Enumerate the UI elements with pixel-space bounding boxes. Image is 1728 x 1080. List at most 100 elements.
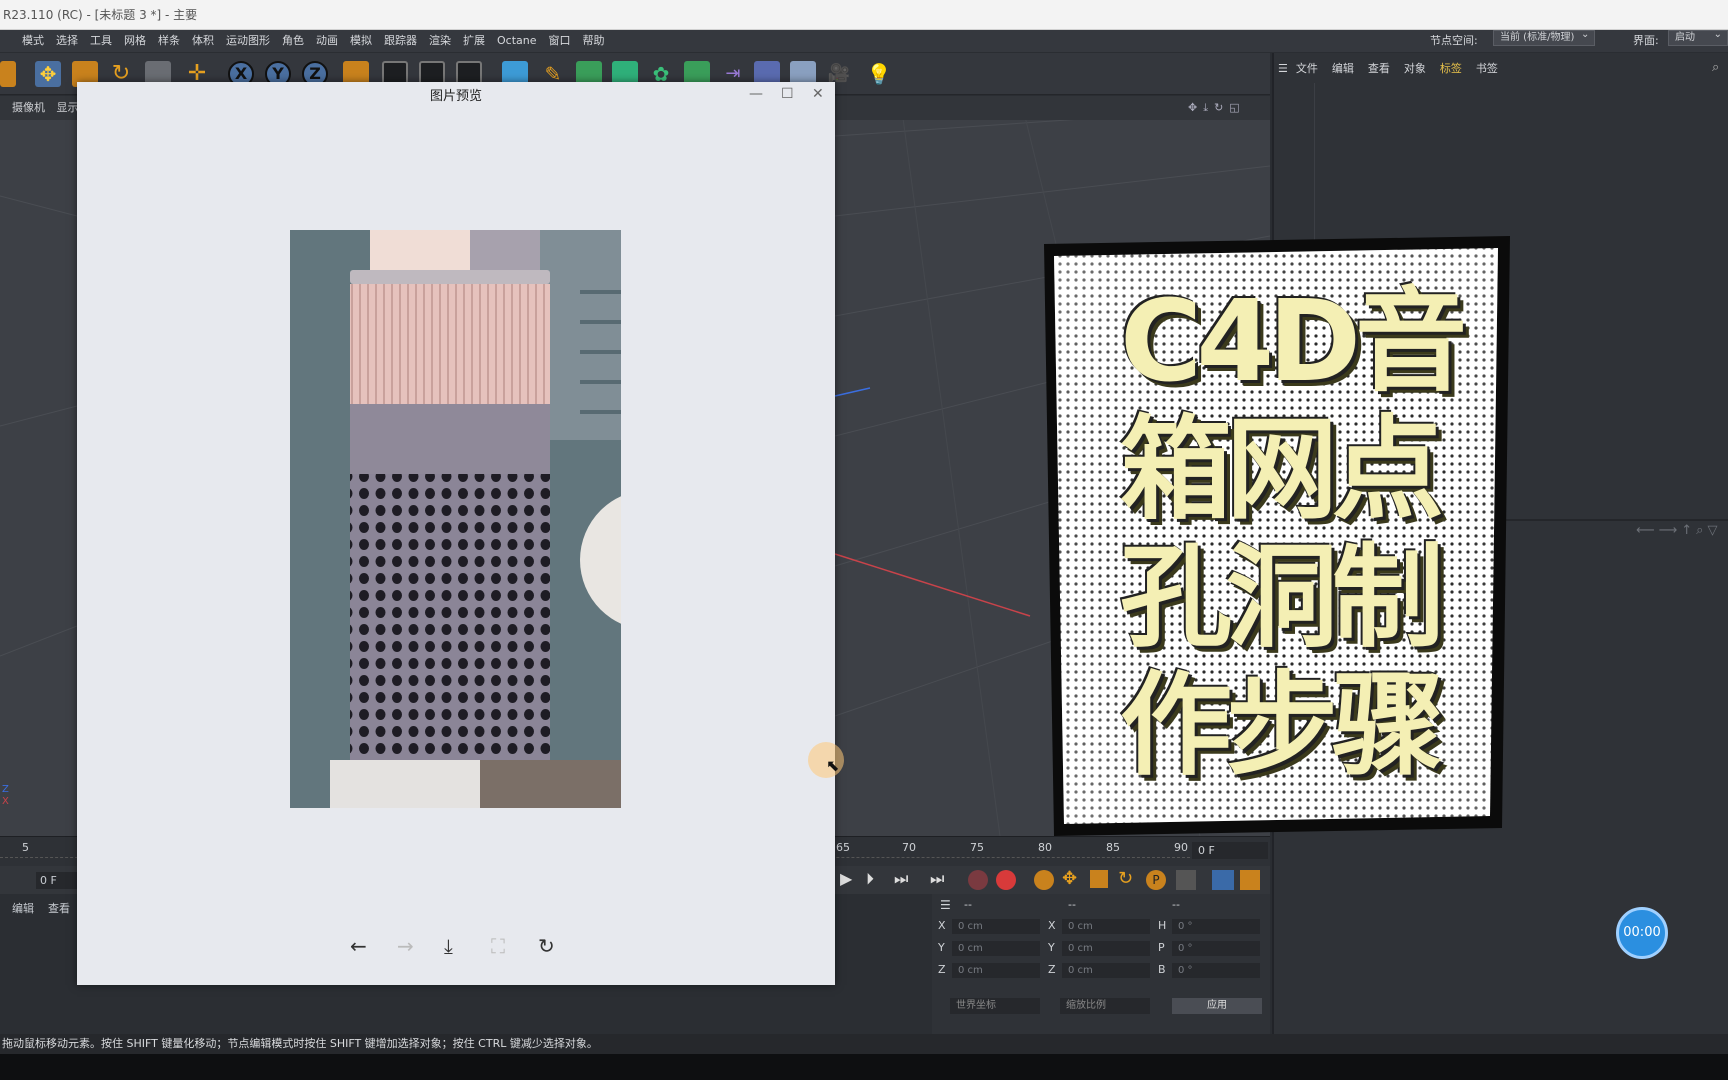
coord-label: H — [1158, 919, 1167, 932]
size-y-field[interactable]: 0 cm — [1062, 941, 1150, 956]
object-manager-tabs: ☰ 文件 编辑 查看 对象 标签 书签 — [1272, 57, 1512, 81]
parameter-key-icon[interactable]: P — [1146, 870, 1166, 890]
scale-mode-dropdown[interactable]: 缩放比例 — [1060, 998, 1150, 1014]
menu-item-mesh[interactable]: 网格 — [118, 30, 152, 52]
rotation-key-icon[interactable]: ↻ — [1118, 868, 1133, 889]
point-level-key-icon[interactable] — [1176, 870, 1196, 890]
download-icon[interactable]: ⤓ — [444, 934, 453, 958]
coords-row-x: X 0 cm X 0 cm H 0 ° — [932, 916, 1270, 936]
tab-material-edit[interactable]: 编辑 — [12, 900, 34, 916]
menu-item-spline[interactable]: 样条 — [152, 30, 186, 52]
coord-label: Y — [1048, 941, 1055, 954]
next-frame-icon[interactable]: ⏵ — [866, 869, 874, 889]
record-keys-icon[interactable] — [968, 870, 988, 890]
bottom-strip — [0, 1054, 1728, 1080]
fit-screen-icon[interactable]: ⛶ — [491, 934, 505, 958]
coords-menu-icon[interactable]: ☰ — [940, 898, 951, 912]
menu-item-tools[interactable]: 工具 — [84, 30, 118, 52]
go-to-end-icon[interactable]: ⏭ — [894, 869, 908, 889]
poster-title: C4D音 箱网点 孔洞制 作步骤 — [1120, 278, 1480, 790]
auto-keying-icon[interactable] — [996, 870, 1016, 890]
node-space-dropdown[interactable]: 当前 (标准/物理) — [1493, 28, 1596, 46]
timeline-tick: 80 — [1038, 841, 1052, 854]
tab-view[interactable]: 查看 — [1368, 57, 1390, 81]
size-z-field[interactable]: 0 cm — [1062, 963, 1150, 978]
apply-button[interactable]: 应用 — [1172, 998, 1262, 1014]
layout-label: 界面: — [1633, 34, 1659, 47]
rotation-p-field[interactable]: 0 ° — [1172, 941, 1260, 956]
start-frame-field[interactable]: 0 F — [36, 872, 78, 889]
play-icon[interactable]: ▶ — [840, 869, 852, 888]
menu-item-render[interactable]: 渲染 — [423, 30, 457, 52]
status-text: 拖动鼠标移动元素。按住 SHIFT 键量化移动；节点编辑模式时按住 SHIFT … — [2, 1037, 598, 1050]
world-coordinates-dropdown[interactable]: 世界坐标 — [950, 998, 1040, 1014]
title-poster: C4D音 箱网点 孔洞制 作步骤 — [1040, 236, 1516, 836]
preview-title: 图片预览 — [429, 89, 482, 104]
menu-item-mode[interactable]: 模式 — [16, 30, 50, 52]
position-y-field[interactable]: 0 cm — [952, 941, 1040, 956]
go-to-last-keyframe-icon[interactable]: ⏭ — [930, 869, 944, 889]
previous-image-icon[interactable]: ← — [350, 934, 367, 958]
next-image-icon[interactable]: → — [397, 934, 414, 958]
position-x-field[interactable]: 0 cm — [952, 919, 1040, 934]
tab-object[interactable]: 对象 — [1404, 57, 1426, 81]
menu-bar: 模式 选择 工具 网格 样条 体积 运动图形 角色 动画 模拟 跟踪器 渲染 扩展 Octane 窗口 帮助 … — [0, 28, 1728, 52]
coord-label: X — [938, 919, 946, 932]
menu-item-mograph[interactable]: 运动图形 — [220, 30, 276, 52]
light-icon[interactable]: 💡 — [866, 61, 892, 87]
selection-tool-icon[interactable] — [0, 61, 16, 87]
rotate-image-icon[interactable]: ↻ — [538, 934, 555, 958]
tab-tags[interactable]: 标签 — [1440, 57, 1462, 81]
coords-row-z: Z 0 cm Z 0 cm B 0 ° — [932, 960, 1270, 980]
rotation-h-field[interactable]: 0 ° — [1172, 919, 1260, 934]
close-icon[interactable]: ✕ — [812, 86, 824, 102]
position-z-field[interactable]: 0 cm — [952, 963, 1040, 978]
position-key-icon[interactable]: ✥ — [1062, 868, 1077, 889]
tab-file[interactable]: 文件 — [1296, 57, 1318, 81]
menu-item-octane[interactable]: Octane — [491, 30, 543, 52]
menu-item-select[interactable]: 选择 — [50, 30, 84, 52]
move-tool-icon[interactable]: ✥ — [35, 61, 61, 87]
viewport-menu-camera[interactable]: 摄像机 — [12, 101, 45, 114]
panel-menu-icon[interactable]: ☰ — [1278, 57, 1288, 81]
attribute-nav-icons[interactable]: ⟵⟶↑⌕▽ — [1636, 523, 1721, 538]
menu-item-simulate[interactable]: 模拟 — [344, 30, 378, 52]
coords-header-rotation: -- — [1172, 898, 1180, 911]
node-space-label: 节点空间: — [1430, 34, 1478, 47]
scale-key-icon[interactable] — [1090, 870, 1108, 888]
size-x-field[interactable]: 0 cm — [1062, 919, 1150, 934]
rotation-b-field[interactable]: 0 ° — [1172, 963, 1260, 978]
menu-item-volume[interactable]: 体积 — [186, 30, 220, 52]
coord-label: Y — [938, 941, 945, 954]
current-frame-field[interactable]: 0 F — [1192, 842, 1268, 859]
coords-header-size: -- — [1068, 898, 1076, 911]
maximize-icon[interactable]: ☐ — [781, 86, 794, 102]
status-bar: 拖动鼠标移动元素。按住 SHIFT 键量化移动；节点编辑模式时按住 SHIFT … — [0, 1034, 1728, 1054]
menu-item-tracker[interactable]: 跟踪器 — [378, 30, 423, 52]
tab-material-view[interactable]: 查看 — [48, 900, 70, 916]
keyframe-selection-icon[interactable] — [1034, 870, 1054, 890]
menu-item-window[interactable]: 窗口 — [543, 30, 577, 52]
poster-line: C4D音 — [1120, 277, 1467, 407]
tab-edit[interactable]: 编辑 — [1332, 57, 1354, 81]
coords-header-position: -- — [964, 898, 972, 911]
minimize-icon[interactable]: — — [749, 86, 763, 102]
menu-item-help[interactable]: 帮助 — [577, 30, 611, 52]
layout-dropdown[interactable]: 启动 — [1668, 28, 1728, 46]
tab-bookmarks[interactable]: 书签 — [1476, 57, 1498, 81]
sound-icon[interactable] — [1212, 870, 1234, 890]
viewport-menu-display[interactable]: 显示 — [57, 101, 79, 114]
menu-item-character[interactable]: 角色 — [276, 30, 310, 52]
menu-item-extensions[interactable]: 扩展 — [457, 30, 491, 52]
menu-item-animate[interactable]: 动画 — [310, 30, 344, 52]
viewport-nav-icons[interactable]: ✥⤓↻◱ — [1188, 96, 1246, 120]
coord-label: X — [1048, 919, 1056, 932]
timeline-window-icon[interactable] — [1240, 870, 1260, 890]
timeline-tick: 70 — [902, 841, 916, 854]
recording-timer[interactable]: 00:00 — [1616, 907, 1668, 959]
search-icon[interactable]: ⌕ — [1712, 60, 1719, 75]
coords-row-y: Y 0 cm Y 0 cm P 0 ° — [932, 938, 1270, 958]
window-title-bar: R23.110 (RC) - [未标题 3 *] - 主要 — [0, 0, 1728, 30]
coord-label: P — [1158, 941, 1165, 954]
poster-line: 孔洞制 — [1120, 533, 1444, 663]
